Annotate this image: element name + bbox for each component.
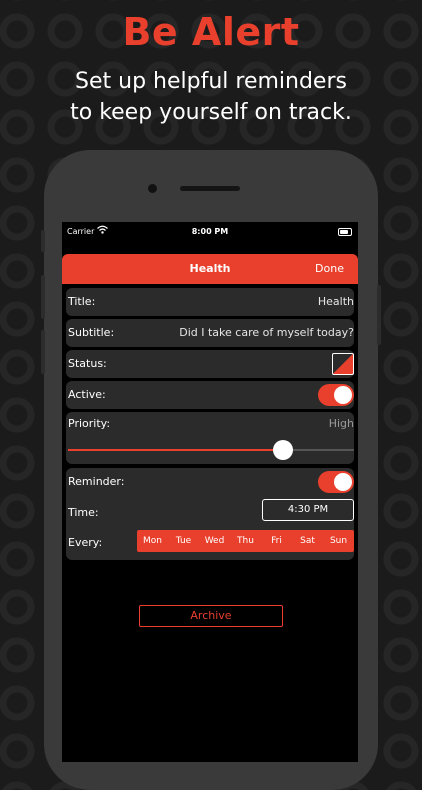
- title-label: Title:: [68, 295, 96, 308]
- phone-screen: Carrier 8:00 PM Health Done Title: Healt…: [62, 222, 358, 762]
- day-tue[interactable]: Tue: [168, 530, 199, 552]
- subtitle-label: Subtitle:: [68, 326, 115, 339]
- day-mon[interactable]: Mon: [137, 530, 168, 552]
- battery-icon: [338, 228, 352, 236]
- archive-button[interactable]: Archive: [139, 605, 283, 627]
- speaker-grille: [180, 186, 240, 191]
- time-field[interactable]: 4:30 PM: [262, 499, 354, 521]
- status-bar: Carrier 8:00 PM: [62, 222, 358, 242]
- active-toggle[interactable]: [318, 384, 354, 406]
- priority-label: Priority:: [68, 417, 111, 430]
- status-label: Status:: [68, 357, 107, 370]
- active-row: Active:: [66, 381, 354, 409]
- status-time: 8:00 PM: [191, 227, 229, 236]
- status-indicator[interactable]: [332, 353, 354, 375]
- subtitle-value[interactable]: Did I take care of myself today?: [179, 326, 354, 339]
- power-button: [377, 285, 381, 345]
- priority-slider[interactable]: [68, 440, 354, 460]
- title-row[interactable]: Title: Health: [66, 288, 354, 316]
- subheadline: Set up helpful reminders to keep yoursel…: [0, 66, 422, 128]
- time-label: Time:: [68, 506, 99, 519]
- reminder-label: Reminder:: [68, 475, 125, 488]
- headline: Be Alert: [122, 10, 300, 54]
- day-sun[interactable]: Sun: [323, 530, 354, 552]
- slider-fill: [68, 449, 283, 451]
- volume-down-button: [41, 330, 45, 374]
- day-thu[interactable]: Thu: [230, 530, 261, 552]
- mute-switch: [41, 230, 45, 252]
- day-fri[interactable]: Fri: [261, 530, 292, 552]
- toggle-knob: [334, 386, 352, 404]
- day-wed[interactable]: Wed: [199, 530, 230, 552]
- title-value[interactable]: Health: [318, 295, 354, 308]
- nav-title: Health: [189, 262, 231, 275]
- nav-bar: Health Done: [62, 254, 358, 284]
- volume-up-button: [41, 275, 45, 319]
- priority-value: High: [328, 417, 354, 430]
- weekday-selector: Mon Tue Wed Thu Fri Sat Sun: [137, 530, 354, 552]
- priority-card: Priority: High: [66, 412, 354, 464]
- toggle-knob: [334, 473, 352, 491]
- subheadline-line-2: to keep yourself on track.: [70, 100, 352, 125]
- slider-thumb[interactable]: [272, 440, 293, 460]
- reminder-toggle[interactable]: [318, 471, 354, 493]
- camera-icon: [148, 184, 157, 193]
- active-label: Active:: [68, 388, 106, 401]
- subheadline-line-1: Set up helpful reminders: [75, 69, 347, 94]
- every-label: Every:: [68, 536, 103, 549]
- status-row: Status:: [66, 350, 354, 378]
- reminder-card: Reminder: Time: 4:30 PM Every: Mon Tue W…: [66, 468, 354, 560]
- subtitle-row[interactable]: Subtitle: Did I take care of myself toda…: [66, 319, 354, 347]
- day-sat[interactable]: Sat: [292, 530, 323, 552]
- done-button[interactable]: Done: [315, 262, 344, 275]
